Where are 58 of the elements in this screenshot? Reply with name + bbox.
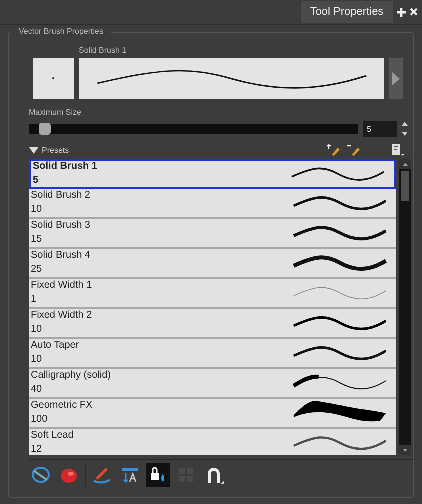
stroke-icon [292,253,388,273]
preset-name: Fixed Width 2 [31,310,92,322]
preset-size: 100 [31,414,49,426]
preset-name: Solid Brush 1 [33,161,98,173]
preset-name: Fixed Width 1 [31,280,92,292]
slider-label: Maximum Size [29,108,82,117]
preset-size: 10 [31,324,44,336]
preset-name: Solid Brush 2 [31,190,90,202]
preset-name: Solid Brush 4 [31,250,90,262]
play-icon [392,72,400,86]
preset-size: 5 [33,175,40,187]
play-button[interactable] [389,58,403,99]
preset-name: Calligraphy (solid) [31,370,112,382]
preset-item[interactable]: Geometric FX 100 [29,399,396,429]
preset-item[interactable]: Solid Brush 2 10 [29,189,396,219]
text-align-icon [120,465,140,485]
preset-name: Solid Brush 3 [31,220,90,232]
scrollbar[interactable] [399,159,411,455]
slider-thumb[interactable] [38,123,51,135]
preset-item[interactable]: Soft Lead 12 [29,429,396,455]
preset-item[interactable]: Solid Brush 3 15 [29,219,396,249]
preset-size: 12 [31,444,44,455]
presets-toggle[interactable]: Presets [29,146,70,154]
preview-title: Solid Brush 1 [79,46,128,55]
size-field[interactable]: 5 [363,121,397,137]
preset-size: 1 [31,294,38,306]
close-icon[interactable] [410,8,418,16]
dot-icon [52,77,55,80]
scroll-down-icon[interactable] [399,445,411,455]
preset-size: 10 [31,354,44,366]
menu-icon[interactable] [391,143,405,157]
new-brush-icon[interactable] [327,143,341,157]
contour-icon [31,465,51,485]
preset-item[interactable]: Solid Brush 4 25 [29,249,396,279]
preset-name: Auto Taper [31,340,80,352]
preset-name: Soft Lead [31,430,74,442]
triangle-icon [29,146,39,154]
lock-tool-button[interactable] [146,463,170,487]
delete-brush-icon[interactable] [347,143,361,157]
size-slider[interactable] [29,124,358,134]
preset-name: Geometric FX [31,400,93,412]
preset-item[interactable]: Solid Brush 1 5 [29,159,396,189]
scroll-up-icon[interactable] [399,159,411,169]
preset-size: 25 [31,264,44,276]
brush-icon [92,465,112,485]
preset-size: 10 [31,204,44,216]
panel-tab[interactable]: Tool Properties [301,1,393,23]
stroke-icon [292,223,388,243]
preset-item[interactable]: Auto Taper 10 [29,339,396,369]
preset-item[interactable]: Fixed Width 1 1 [29,279,396,309]
spinner-icon[interactable] [402,121,408,137]
preset-item[interactable]: Fixed Width 2 10 [29,309,396,339]
preset-item[interactable]: Calligraphy (solid) 40 [29,369,396,399]
add-icon[interactable] [397,8,406,16]
scroll-thumb[interactable] [401,171,409,201]
preset-size: 40 [31,384,44,396]
preset-size: 15 [31,234,44,246]
group-title: Vector Brush Properties [11,27,112,36]
